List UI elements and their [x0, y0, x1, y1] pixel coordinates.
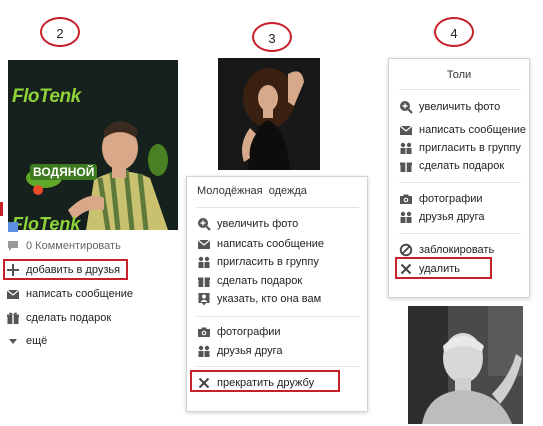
logo-text-bottom: FloTenk	[12, 214, 81, 230]
relation-item[interactable]: указать, кто она вам	[197, 290, 321, 307]
people-group-icon	[399, 210, 413, 224]
more-label: ещё	[26, 334, 48, 347]
camera-icon	[399, 192, 413, 206]
highlight-add-friend	[3, 259, 128, 280]
people-group-icon	[197, 344, 211, 358]
camera-icon	[197, 325, 211, 339]
invite-group-label: пригласить в группу	[419, 141, 521, 154]
profile-photo-woman[interactable]	[218, 58, 320, 170]
relation-label: указать, кто она вам	[217, 292, 322, 305]
envelope-icon	[399, 123, 413, 137]
friends-of-friend-item[interactable]: друзья друга	[197, 342, 283, 359]
people-group-icon	[399, 141, 413, 155]
write-message-item[interactable]: написать сообщение	[197, 235, 324, 252]
magnifier-plus-icon	[399, 100, 413, 114]
comments-link[interactable]: 0 Комментировать	[6, 237, 121, 254]
write-message-label: написать сообщение	[217, 237, 325, 250]
online-indicator	[8, 222, 18, 232]
logo-text-top: FloTenk	[12, 86, 81, 107]
profile-photo-flotenk[interactable]: FloTenk ВОДЯНОЙ FloTenk	[8, 60, 178, 230]
menu-separator	[197, 316, 359, 317]
gift-item[interactable]: сделать подарок	[399, 157, 504, 174]
photos-item[interactable]: фотографии	[399, 190, 483, 207]
menu-title-3: Молодёжная одежда	[197, 185, 307, 197]
friends-of-friend-label: друзья друга	[419, 210, 485, 223]
block-circle-icon	[399, 243, 413, 257]
friends-of-friend-item[interactable]: друзья друга	[399, 208, 485, 225]
photo-illustration	[408, 306, 523, 424]
menu-separator	[399, 233, 521, 234]
left-edge-mark	[0, 202, 3, 216]
logo-text-mid: ВОДЯНОЙ	[30, 164, 98, 180]
comments-label: 0 Комментировать	[26, 239, 121, 252]
menu-separator	[399, 89, 521, 90]
send-message-label: написать сообщение	[26, 287, 134, 300]
marker-3: 3	[252, 22, 292, 52]
marker-2: 2	[40, 17, 80, 47]
person-pin-icon	[197, 292, 211, 306]
block-label: заблокировать	[419, 243, 495, 256]
magnifier-plus-icon	[197, 217, 211, 231]
speech-bubble-icon	[6, 239, 20, 253]
menu-title-word1: Молодёжная	[197, 185, 263, 197]
envelope-icon	[197, 237, 211, 251]
menu-title-word2: одежда	[268, 185, 307, 197]
gift-icon	[399, 159, 413, 173]
triangle-down-icon	[6, 334, 20, 348]
make-gift-label: сделать подарок	[26, 311, 112, 324]
highlight-delete	[395, 257, 492, 279]
photo-illustration	[218, 58, 320, 170]
gift-icon	[6, 311, 20, 325]
invite-group-item[interactable]: пригласить в группу	[399, 139, 521, 156]
photos-item[interactable]: фотографии	[197, 323, 281, 340]
invite-group-label: пригласить в группу	[217, 255, 319, 268]
menu-separator	[197, 207, 359, 208]
gift-label: сделать подарок	[217, 274, 303, 287]
gift-label: сделать подарок	[419, 159, 505, 172]
write-message-item[interactable]: написать сообщение	[399, 121, 526, 138]
friends-of-friend-label: друзья друга	[217, 344, 283, 357]
send-message-action[interactable]: написать сообщение	[6, 285, 133, 302]
block-item[interactable]: заблокировать	[399, 241, 494, 258]
photos-label: фотографии	[217, 325, 281, 338]
profile-photo-toli[interactable]	[408, 306, 523, 424]
menu-separator	[399, 182, 521, 183]
envelope-icon	[6, 287, 20, 301]
gift-icon	[197, 274, 211, 288]
zoom-photo-label: увеличить фото	[419, 100, 501, 113]
zoom-photo-label: увеличить фото	[217, 217, 299, 230]
menu-separator	[197, 366, 359, 367]
marker-4: 4	[434, 17, 474, 47]
photos-label: фотографии	[419, 192, 483, 205]
invite-group-item[interactable]: пригласить в группу	[197, 253, 319, 270]
people-group-icon	[197, 255, 211, 269]
zoom-photo-item[interactable]: увеличить фото	[197, 215, 298, 232]
zoom-photo-item[interactable]: увеличить фото	[399, 98, 500, 115]
write-message-label: написать сообщение	[419, 123, 527, 136]
gift-item[interactable]: сделать подарок	[197, 272, 302, 289]
highlight-end-friendship	[190, 370, 340, 392]
more-action[interactable]: ещё	[6, 332, 47, 349]
make-gift-action[interactable]: сделать подарок	[6, 309, 111, 326]
menu-title-4: Толи	[446, 69, 472, 81]
